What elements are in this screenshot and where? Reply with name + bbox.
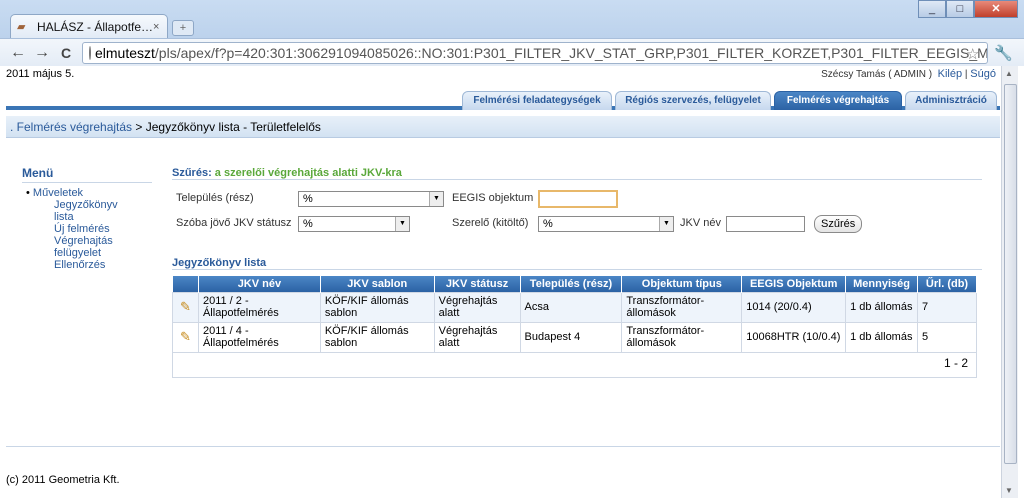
maximize-button[interactable]: □ <box>946 0 974 18</box>
scroll-down-icon[interactable]: ▼ <box>1005 486 1013 495</box>
favicon-icon: ▰ <box>17 20 26 33</box>
forward-icon[interactable]: → <box>32 43 52 63</box>
minimize-button[interactable]: _ <box>918 0 946 18</box>
table-footer: 1 - 2 <box>172 344 977 378</box>
column-header[interactable]: EEGIS Objektum <box>741 276 847 292</box>
list-title: Jegyzőkönyv lista <box>172 257 267 269</box>
column-header[interactable]: Objektum típus <box>621 276 743 292</box>
cell-mennyiseg: 1 db állomás <box>845 291 919 323</box>
new-tab-button[interactable]: + <box>172 20 194 36</box>
breadcrumb-link[interactable]: . Felmérés végrehajtás <box>10 120 132 134</box>
footer-divider <box>6 446 1000 447</box>
reload-icon[interactable]: C <box>56 43 76 63</box>
filter-title-label: Szűrés: <box>172 167 212 179</box>
url-host: elmuteszt <box>95 45 155 61</box>
table-row: ✎ 2011 / 2 - Állapotfelmérés KÖF/KIF áll… <box>172 291 977 323</box>
pagination: 1 - 2 <box>943 356 968 370</box>
column-header[interactable]: JKV státusz <box>434 276 521 292</box>
menu-item-ellenorzes[interactable]: Ellenőrzés <box>54 259 134 271</box>
eegis-input[interactable] <box>538 190 618 208</box>
help-link[interactable]: Súgó <box>970 68 996 80</box>
cell-objektum-tipus: Transzformátor-állomások <box>621 291 743 323</box>
chevron-down-icon: ▼ <box>659 217 673 231</box>
menu-item-vegrehajtas-felugyelet[interactable]: Végrehajtás felügyelet <box>54 235 134 259</box>
szerelo-select[interactable]: % ▼ <box>538 216 674 232</box>
column-header[interactable]: Űrl. (db) <box>917 276 977 292</box>
table-header-row: JKV név JKV sablon JKV státusz Település… <box>172 276 977 292</box>
tab-adminisztracio[interactable]: Adminisztráció <box>905 91 997 110</box>
cell-jkv-statusz: Végrehajtás alatt <box>433 291 521 323</box>
close-window-button[interactable]: ✕ <box>974 0 1018 18</box>
browser-tab[interactable]: ▰ HALÁSZ - Állapotfe… × <box>10 14 168 38</box>
menu-title: Menü <box>22 166 152 183</box>
wrench-icon[interactable]: 🔧 <box>994 44 1013 62</box>
statusz-value: % <box>303 218 313 230</box>
cell-eegis-objektum: 1014 (20/0.4) <box>741 291 847 323</box>
cell-url-db: 7 <box>917 291 977 323</box>
logout-link[interactable]: Kilép <box>938 68 962 80</box>
szerelo-value: % <box>543 218 553 230</box>
browser-chrome: ▰ HALÁSZ - Állapotfe… × + _ □ ✕ ← → C el… <box>0 0 1024 66</box>
globe-icon <box>89 46 91 60</box>
scrollbar-thumb[interactable] <box>1004 84 1017 464</box>
url-bar[interactable]: elmuteszt /pls/apex/f?p=420:301:30629109… <box>82 42 988 64</box>
jkv-nev-input[interactable] <box>726 216 805 232</box>
jkv-table: JKV név JKV sablon JKV státusz Település… <box>172 276 977 353</box>
tab-felmeres-vegrehajtas[interactable]: Felmérés végrehajtás <box>774 91 902 110</box>
back-icon[interactable]: ← <box>8 43 28 63</box>
window-controls: _ □ ✕ <box>918 0 1018 18</box>
breadcrumb-current: > Jegyzőkönyv lista - Területfelelős <box>132 120 321 134</box>
bookmark-star-icon[interactable]: ☆ <box>966 45 979 63</box>
scroll-up-icon[interactable]: ▲ <box>1005 69 1013 78</box>
telepules-value: % <box>303 193 313 205</box>
cell-jkv-nev: 2011 / 2 - Állapotfelmérés <box>197 291 321 323</box>
szerelo-label: Szerelő (kitöltő) <box>452 217 529 229</box>
jkv-nev-label: JKV név <box>680 217 721 229</box>
footer-copyright: (c) 2011 Geometria Kft. <box>6 474 120 486</box>
eegis-label: EEGIS objektum <box>452 192 534 204</box>
tab-felmeresi-feladategysegek[interactable]: Felmérési feladategységek <box>462 91 612 110</box>
menu-item-uj-felmeres[interactable]: Új felmérés <box>54 223 134 235</box>
edit-pencil-icon[interactable]: ✎ <box>172 291 199 323</box>
telepules-label: Település (rész) <box>176 192 254 204</box>
column-header[interactable]: JKV sablon <box>320 276 435 292</box>
menu-item-jegyzokonyv-lista[interactable]: Jegyzőkönyv lista <box>54 199 134 223</box>
column-header[interactable]: Mennyiség <box>845 276 919 292</box>
tab-regios-szervezes[interactable]: Régiós szervezés, felügyelet <box>615 91 771 110</box>
filter-button[interactable]: Szűrés <box>814 215 863 233</box>
filter-title: Szűrés: a szerelői végrehajtás alatti JK… <box>172 167 402 179</box>
browser-toolbar: ← → C elmuteszt /pls/apex/f?p=420:301:30… <box>0 38 1024 66</box>
statusz-select[interactable]: % ▼ <box>298 216 410 232</box>
edit-column-header <box>172 276 199 292</box>
top-line: 2011 május 5. Szécsy Tamás ( ADMIN ) Kil… <box>6 66 1000 82</box>
cell-jkv-sablon: KÖF/KIF állomás sablon <box>319 291 435 323</box>
chevron-down-icon: ▼ <box>395 217 409 231</box>
url-path: /pls/apex/f?p=420:301:306291094085026::N… <box>154 45 988 61</box>
tab-title: HALÁSZ - Állapotfe… <box>37 19 153 34</box>
app-tabs: Felmérési feladategységek Régiós szervez… <box>6 90 1000 110</box>
separator: | <box>964 69 968 80</box>
cell-telepules: Acsa <box>519 291 623 323</box>
filter-subtitle: a szerelői végrehajtás alatti JKV-kra <box>211 167 402 179</box>
breadcrumb: . Felmérés végrehajtás > Jegyzőkönyv lis… <box>6 116 1000 138</box>
tab-close-icon[interactable]: × <box>153 21 167 33</box>
statusz-label: Szóba jövő JKV státusz <box>176 217 292 229</box>
column-header[interactable]: Település (rész) <box>520 276 623 292</box>
user-area: Szécsy Tamás ( ADMIN ) Kilép | Súgó <box>821 68 996 80</box>
telepules-select[interactable]: % ▼ <box>298 191 444 207</box>
user-name: Szécsy Tamás ( ADMIN ) <box>821 69 933 80</box>
menu-item-muveletek[interactable]: Műveletek <box>26 187 152 199</box>
column-header[interactable]: JKV név <box>198 276 321 292</box>
side-menu: Menü Műveletek Jegyzőkönyv lista Új felm… <box>22 166 152 271</box>
filter-divider <box>172 179 982 180</box>
list-divider <box>172 269 982 270</box>
chevron-down-icon: ▼ <box>429 192 443 206</box>
page: 2011 május 5. Szécsy Tamás ( ADMIN ) Kil… <box>6 66 1000 498</box>
vertical-scrollbar[interactable]: ▲ ▼ <box>1001 66 1018 498</box>
current-date: 2011 május 5. <box>6 68 75 80</box>
